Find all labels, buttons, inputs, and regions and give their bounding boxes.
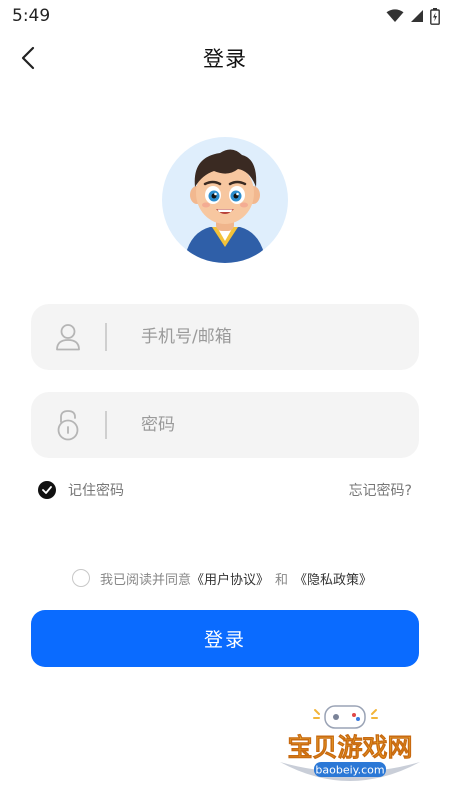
avatar [162,137,288,263]
chevron-left-icon [21,46,35,70]
account-input[interactable] [141,327,401,347]
agreement-checkbox[interactable] [72,569,90,587]
check-circle-icon [38,481,56,499]
watermark-logo: 宝贝游戏网 baobeiy.com [280,705,420,781]
password-input[interactable] [141,415,401,435]
battery-icon [430,7,440,25]
watermark-brand: 宝贝游戏网 [287,733,412,762]
page-title: 登录 [203,47,247,71]
privacy-policy-link[interactable]: 《隐私政策》 [294,569,372,588]
status-bar: 5:49 [0,0,450,32]
account-field [31,304,419,370]
user-icon [31,304,105,370]
lock-icon [31,392,105,458]
watermark-url: baobeiy.com [315,764,384,777]
signal-icon [411,10,423,22]
login-button[interactable]: 登录 [31,610,419,667]
remember-password-label: 记住密码 [68,483,124,499]
field-divider [105,411,107,439]
wifi-icon [386,9,404,22]
agreement-row: 我已阅读并同意 《用户协议》 和 《隐私政策》 [72,568,372,588]
back-button[interactable] [14,44,42,72]
agreement-prefix: 我已阅读并同意 [100,572,192,588]
status-icons [386,7,440,25]
status-time: 5:49 [12,6,51,26]
remember-row: 记住密码 忘记密码? [38,480,412,500]
password-field [31,392,419,458]
avatar-illustration [184,149,266,263]
agreement-and: 和 [275,572,289,588]
user-agreement-link[interactable]: 《用户协议》 [191,569,269,588]
forgot-password-link[interactable]: 忘记密码? [349,480,412,500]
field-divider [105,323,107,351]
header: 登录 [0,36,450,80]
remember-password-toggle[interactable]: 记住密码 [38,480,124,500]
